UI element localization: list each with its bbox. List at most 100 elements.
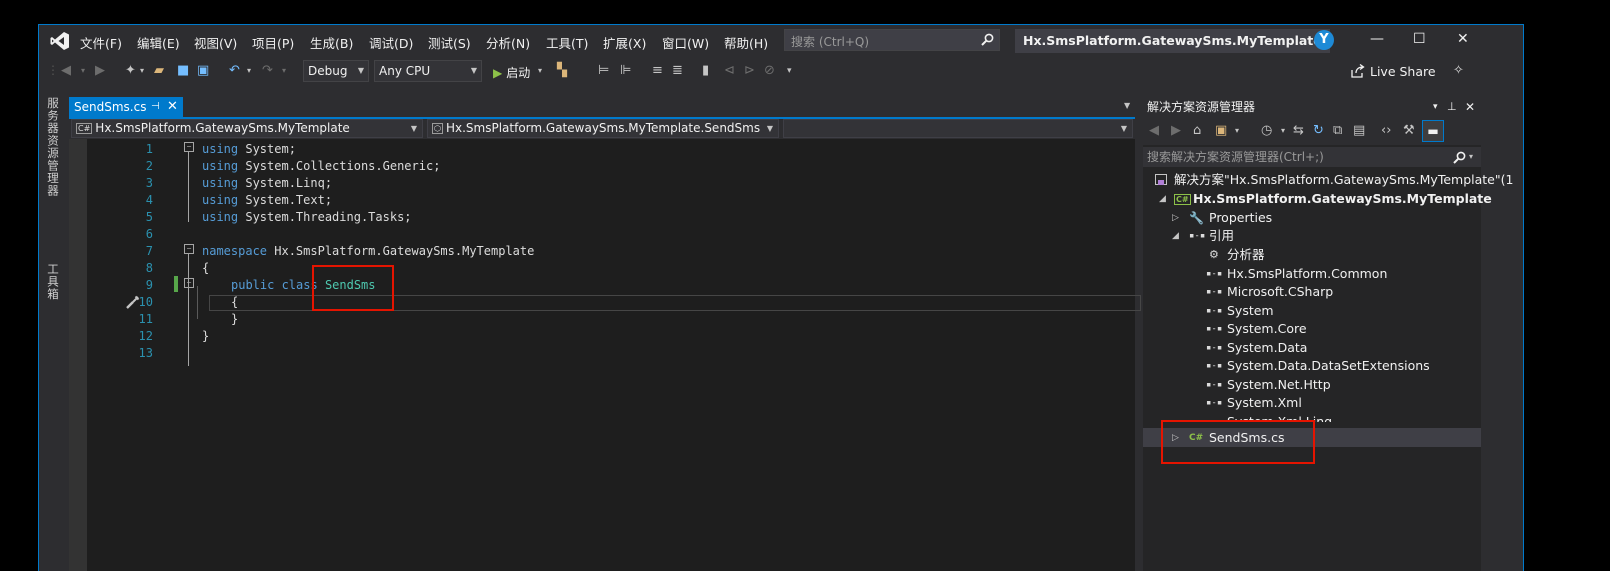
menu-build[interactable]: 生成(B) — [310, 33, 353, 52]
switch-views-icon[interactable]: ▣ — [1215, 123, 1227, 138]
switch-views-dropdown-icon[interactable]: ▾ — [1235, 126, 1239, 135]
tree-reference-item[interactable]: ▪-▪ Hx.SmsPlatform.Common — [1143, 265, 1481, 283]
quick-actions-screwdriver-icon[interactable] — [125, 294, 141, 310]
menu-help[interactable]: 帮助(H) — [724, 33, 768, 52]
preview-selected-icon[interactable]: ▬ — [1422, 120, 1444, 142]
minimize-button[interactable]: — — [1370, 31, 1384, 47]
step-into-icon[interactable]: ⊨ — [598, 63, 609, 78]
tree-references-node[interactable]: ◢ ▪-▪ 引用 — [1143, 227, 1481, 245]
show-all-files-icon[interactable]: ▤ — [1353, 123, 1365, 138]
pin-icon[interactable]: ⊥ — [1447, 97, 1457, 117]
toolbar-options-icon[interactable]: ▾ — [787, 66, 792, 76]
collapsed-arrow-icon[interactable]: ▷ — [1172, 209, 1179, 227]
refresh-icon[interactable]: ↻ — [1313, 123, 1324, 138]
attach-icon[interactable]: ▚ — [557, 63, 567, 78]
navigate-back-icon[interactable]: ◀ — [61, 63, 71, 78]
tab-sendsms-cs[interactable]: SendSms.cs ⊣ ✕ — [69, 97, 183, 117]
close-window-button[interactable]: ✕ — [1457, 31, 1469, 47]
close-tab-icon[interactable]: ✕ — [167, 97, 178, 117]
feedback-icon[interactable]: ✧ — [1453, 63, 1464, 78]
code-editor[interactable]: 1 2 3 4 5 6 7 8 9 10 11 12 13 − − − usin… — [69, 139, 1165, 571]
tree-reference-item[interactable]: ▪-▪ System.Core — [1143, 320, 1481, 338]
member-dropdown[interactable]: ▼ — [783, 119, 1133, 138]
project-dropdown[interactable]: C# Hx.SmsPlatform.GatewaySms.MyTemplate ▼ — [71, 119, 423, 138]
menu-debug[interactable]: 调试(D) — [369, 33, 413, 52]
step-over-icon[interactable]: ⊫ — [620, 63, 631, 78]
tree-reference-item[interactable]: ▪-▪ System.Data.DataSetExtensions — [1143, 357, 1481, 375]
clear-bookmarks-icon[interactable]: ⊘ — [764, 63, 775, 78]
tree-analyzers-node[interactable]: ⚙ 分析器 — [1143, 246, 1481, 264]
tree-reference-item[interactable]: ▪-▪ Microsoft.CSharp — [1143, 283, 1481, 301]
collapse-namespace-icon[interactable]: − — [184, 244, 194, 254]
tab-overflow-icon[interactable]: ▼ — [1124, 101, 1130, 110]
back-icon[interactable]: ◀ — [1149, 123, 1159, 138]
prev-bookmark-icon[interactable]: ⊲ — [724, 63, 735, 78]
close-panel-icon[interactable]: ✕ — [1465, 97, 1475, 117]
uncomment-icon[interactable]: ≣ — [672, 63, 683, 78]
assembly-reference-icon: ▪-▪ — [1206, 269, 1223, 279]
quick-launch-search-input[interactable]: 搜索 (Ctrl+Q) — [784, 29, 1000, 51]
maximize-button[interactable]: ☐ — [1413, 31, 1426, 47]
collapse-using-icon[interactable]: − — [184, 142, 194, 152]
type-dropdown-value: Hx.SmsPlatform.GatewaySms.MyTemplate.Sen… — [445, 121, 761, 135]
expanded-arrow-icon[interactable]: ◢ — [1172, 227, 1179, 245]
quick-launch-placeholder: 搜索 (Ctrl+Q) — [791, 35, 870, 49]
menu-test[interactable]: 测试(S) — [428, 33, 471, 52]
chevron-down-icon: ▼ — [357, 66, 364, 75]
tree-properties-node[interactable]: ▷ 🔧 Properties — [1143, 209, 1481, 227]
save-icon[interactable]: ■ — [177, 63, 189, 78]
solution-configuration-select[interactable]: Debug ▼ — [303, 60, 369, 82]
undo-dropdown-icon[interactable]: ▾ — [247, 66, 251, 75]
tree-reference-item[interactable]: ▪-▪ System.Net.Http — [1143, 376, 1481, 394]
redo-dropdown-icon[interactable]: ▾ — [282, 66, 286, 75]
pending-dropdown-icon[interactable]: ▾ — [1281, 126, 1285, 135]
menu-view[interactable]: 视图(V) — [194, 33, 237, 52]
properties-wrench-icon[interactable]: ⚒ — [1403, 123, 1415, 138]
visual-studio-logo-icon — [50, 32, 69, 50]
tree-reference-item[interactable]: ▪-▪ System.Xml — [1143, 394, 1481, 412]
expanded-arrow-icon[interactable]: ◢ — [1159, 190, 1166, 208]
sync-icon[interactable]: ⇆ — [1293, 123, 1304, 138]
menu-edit[interactable]: 编辑(E) — [137, 33, 180, 52]
new-dropdown-icon[interactable]: ▾ — [140, 66, 144, 75]
server-explorer-tab[interactable]: 服务器资源管理器 — [45, 97, 61, 197]
pending-changes-icon[interactable]: ◷ — [1261, 123, 1272, 138]
menu-tools[interactable]: 工具(T) — [546, 33, 588, 52]
tree-reference-item[interactable]: ▪-▪ System — [1143, 302, 1481, 320]
view-code-icon[interactable]: ‹› — [1381, 123, 1391, 138]
next-bookmark-icon[interactable]: ⊳ — [744, 63, 755, 78]
collapse-all-icon[interactable]: ⧉ — [1333, 123, 1342, 138]
redo-icon[interactable]: ↷ — [262, 63, 273, 78]
avatar[interactable]: Y — [1314, 30, 1334, 50]
menu-project[interactable]: 项目(P) — [252, 33, 294, 52]
toolbox-tab[interactable]: 工具箱 — [45, 263, 61, 301]
pin-icon[interactable]: ⊣ — [151, 97, 160, 117]
window-position-icon[interactable]: ▾ — [1433, 97, 1438, 117]
menu-file[interactable]: 文件(F) — [80, 33, 122, 52]
start-dropdown-icon[interactable]: ▾ — [538, 66, 542, 75]
tree-project-node[interactable]: ◢ C# Hx.SmsPlatform.GatewaySms.MyTemplat… — [1143, 190, 1492, 208]
forward-icon[interactable]: ▶ — [1171, 123, 1181, 138]
collapse-class-icon[interactable]: − — [184, 278, 194, 288]
menu-window[interactable]: 窗口(W) — [662, 33, 709, 52]
tree-reference-item[interactable]: ▪-▪ System.Data — [1143, 339, 1481, 357]
live-share-button[interactable]: Live Share — [1370, 64, 1436, 79]
back-dropdown-icon[interactable]: ▾ — [81, 66, 85, 75]
line-number: 9 — [145, 278, 153, 292]
search-options-icon[interactable]: ▾ — [1469, 147, 1473, 167]
start-debugging-button[interactable]: ▶ 启动 — [493, 64, 530, 81]
solution-platform-select[interactable]: Any CPU ▼ — [374, 60, 482, 82]
type-dropdown[interactable]: ⬡ Hx.SmsPlatform.GatewaySms.MyTemplate.Se… — [427, 119, 779, 138]
open-file-icon[interactable]: ▰ — [154, 63, 164, 78]
save-all-icon[interactable]: ▣ — [197, 63, 209, 78]
tree-solution-node[interactable]: 解决方案"Hx.SmsPlatform.GatewaySms.MyTemplat… — [1143, 171, 1513, 189]
menu-analyze[interactable]: 分析(N) — [486, 33, 530, 52]
bookmark-icon[interactable]: ▮ — [702, 63, 709, 78]
new-project-icon[interactable]: ✦ — [125, 63, 136, 78]
solution-explorer-search-input[interactable]: 搜索解决方案资源管理器(Ctrl+;) ▾ — [1143, 147, 1481, 167]
comment-icon[interactable]: ≡ — [652, 63, 663, 78]
menu-extensions[interactable]: 扩展(X) — [603, 33, 646, 52]
home-icon[interactable]: ⌂ — [1193, 123, 1201, 138]
navigate-forward-icon[interactable]: ▶ — [95, 63, 105, 78]
undo-icon[interactable]: ↶ — [229, 63, 240, 78]
